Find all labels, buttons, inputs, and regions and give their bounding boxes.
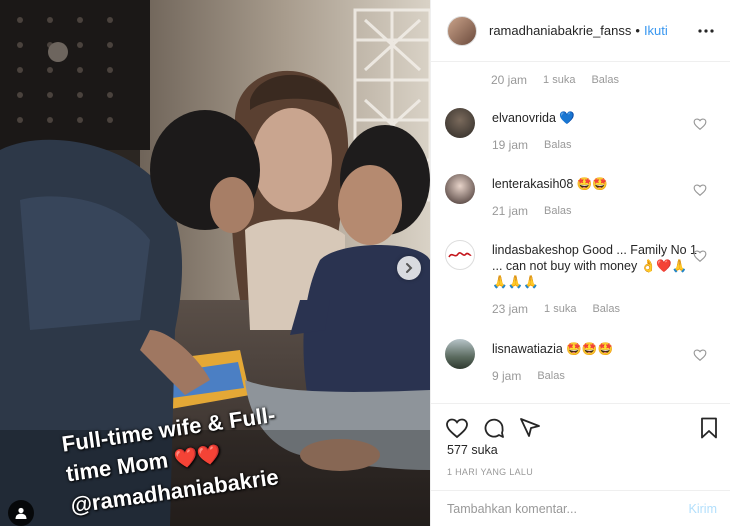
comment-time: 9 jam xyxy=(492,369,522,383)
comment-time: 20 jam xyxy=(491,73,528,87)
commenter-avatar[interactable] xyxy=(445,174,475,204)
comment-meta: 23 jam 1 suka Balas xyxy=(492,302,620,316)
caption-hearts: ❤️❤️ xyxy=(172,443,223,472)
comment-bubble-icon[interactable] xyxy=(482,416,506,440)
comment-text: 💙 xyxy=(559,111,575,125)
bakeshop-logo-icon xyxy=(448,252,472,258)
commenter-username[interactable]: lindasbakeshop xyxy=(492,243,579,257)
comment-meta: 9 jam Balas xyxy=(492,369,565,383)
comment-like-heart-icon[interactable] xyxy=(693,249,707,263)
comment-likes[interactable]: 1 suka xyxy=(544,303,576,315)
comment-meta: 21 jam Balas xyxy=(492,204,572,218)
reply-button[interactable]: Balas xyxy=(591,74,619,86)
comment-time: 23 jam xyxy=(492,302,529,316)
commenter-username[interactable]: elvanovrida xyxy=(492,111,556,125)
tagged-users-button[interactable] xyxy=(8,500,34,526)
chevron-right-icon xyxy=(406,263,413,273)
post-date: 1 HARI YANG LALU xyxy=(447,467,533,477)
comment-like-heart-icon[interactable] xyxy=(693,348,707,362)
author-username[interactable]: ramadhaniabakrie_fanss xyxy=(489,23,631,38)
comment-input[interactable] xyxy=(447,501,689,516)
comment-text: 🤩🤩 xyxy=(576,177,608,191)
like-heart-icon[interactable] xyxy=(445,416,469,440)
comment-body: lindasbakeshop Good ... Family No 1 ... … xyxy=(492,242,697,290)
post-media[interactable]: Full-time wife & Full- time Mom ❤️❤️ @ra… xyxy=(0,0,430,526)
reply-button[interactable]: Balas xyxy=(544,139,572,151)
header-separator: • xyxy=(635,23,640,38)
comment-body: elvanovrida 💙 xyxy=(492,110,697,126)
previous-comment-meta: 20 jam 1 suka Balas xyxy=(491,73,619,87)
next-slide-button[interactable] xyxy=(397,256,421,280)
share-icon[interactable] xyxy=(518,416,542,440)
commenter-avatar[interactable] xyxy=(445,240,475,270)
comment-body: lenterakasih08 🤩🤩 xyxy=(492,176,697,192)
author-avatar[interactable] xyxy=(447,15,477,46)
more-options-button[interactable] xyxy=(696,28,716,33)
commenter-username[interactable]: lenterakasih08 xyxy=(492,177,573,191)
follow-button[interactable]: Ikuti xyxy=(644,23,668,38)
commenter-avatar[interactable] xyxy=(445,339,475,369)
comments-list[interactable]: 20 jam 1 suka Balas elvanovrida 💙 19 jam… xyxy=(431,63,730,403)
reply-button[interactable]: Balas xyxy=(544,205,572,217)
add-comment-bar: Kirim xyxy=(431,490,730,526)
instagram-post-view: Full-time wife & Full- time Mom ❤️❤️ @ra… xyxy=(0,0,730,526)
more-icon xyxy=(698,28,714,33)
user-tag-icon xyxy=(15,507,27,519)
comment-time: 21 jam xyxy=(492,204,529,218)
comment-like-heart-icon[interactable] xyxy=(693,183,707,197)
comment-likes[interactable]: 1 suka xyxy=(543,74,575,86)
reply-button[interactable]: Balas xyxy=(537,370,565,382)
post-comment-button[interactable]: Kirim xyxy=(689,502,717,516)
comment-body: lisnawatiazia 🤩🤩🤩 xyxy=(492,341,697,357)
comment-time: 19 jam xyxy=(492,138,529,152)
comment-text: 🤩🤩🤩 xyxy=(566,342,614,356)
post-header: ramadhaniabakrie_fanss • Ikuti xyxy=(431,0,730,62)
commenter-username[interactable]: lisnawatiazia xyxy=(492,342,563,356)
reply-button[interactable]: Balas xyxy=(592,303,620,315)
comment-like-heart-icon[interactable] xyxy=(693,117,707,131)
comment-meta: 19 jam Balas xyxy=(492,138,572,152)
commenter-avatar[interactable] xyxy=(445,108,475,138)
post-side-panel: ramadhaniabakrie_fanss • Ikuti 20 jam 1 … xyxy=(430,0,730,526)
bookmark-icon[interactable] xyxy=(697,416,721,440)
like-count[interactable]: 577 suka xyxy=(447,443,498,457)
